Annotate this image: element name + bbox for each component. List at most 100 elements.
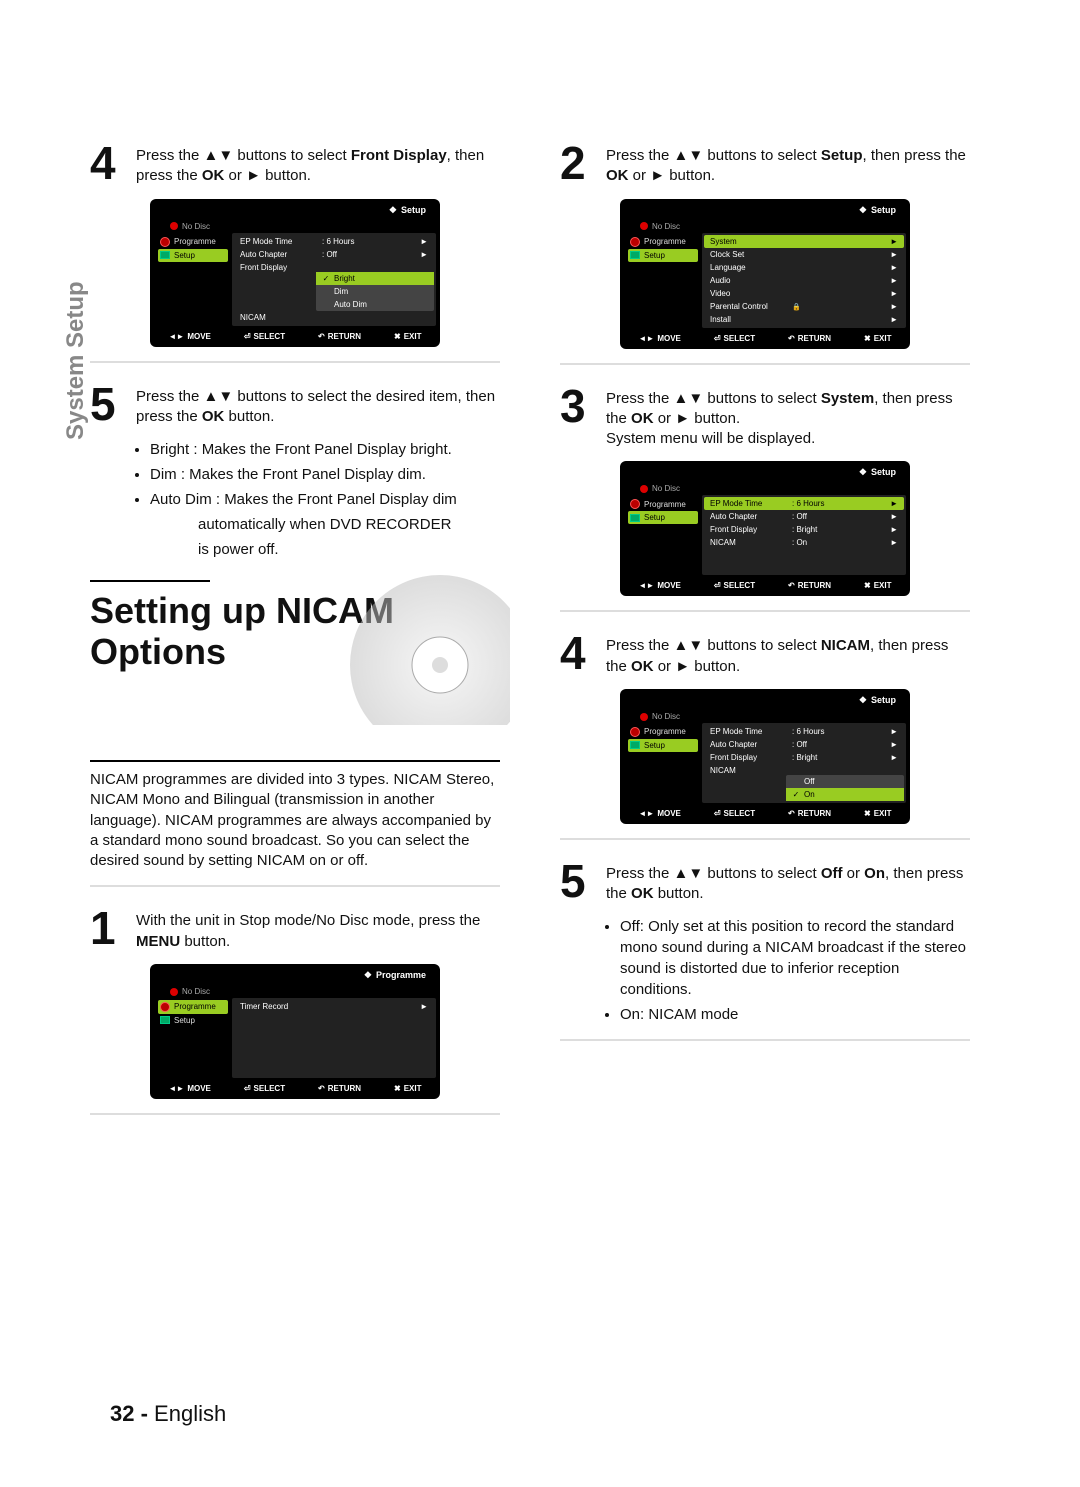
left-column: 4 Press the ▲▼ buttons to select Front D…	[90, 140, 500, 1133]
right-icon: ►	[675, 410, 690, 427]
label: Setup	[644, 741, 665, 750]
text: Press the	[606, 637, 674, 654]
arrow-icon: ►	[890, 727, 898, 736]
right-icon: ►	[246, 167, 261, 184]
step-text: Press the ▲▼ buttons to select System, t…	[606, 383, 970, 450]
step-4-left: 4 Press the ▲▼ buttons to select Front D…	[90, 140, 500, 187]
footer-exit: ✖EXIT	[394, 1084, 421, 1093]
menu-item: Front Display: Bright►	[704, 751, 904, 764]
bold: OK	[631, 658, 654, 675]
osd-no-disc: No Disc	[620, 482, 910, 495]
sidebar-item: Programme	[628, 497, 698, 511]
move-icon: ◄►	[638, 809, 654, 818]
label: RETURN	[798, 809, 831, 818]
bullet: Auto Dim : Makes the Front Panel Display…	[150, 489, 500, 510]
bold: OK	[631, 885, 654, 902]
arrow-icon: ►	[890, 276, 898, 285]
label: MOVE	[187, 332, 211, 341]
step-text: Press the ▲▼ buttons to select NICAM, th…	[606, 630, 970, 677]
title: Programme	[376, 970, 426, 980]
text: With the unit in Stop mode/No Disc mode,…	[136, 912, 480, 929]
footer-select: ⏎SELECT	[714, 581, 755, 590]
exit-icon: ✖	[864, 334, 871, 343]
osd-main: System► Clock Set► Language► Audio► Vide…	[702, 233, 906, 328]
step-text: Press the ▲▼ buttons to select Setup, th…	[606, 140, 970, 187]
label: Programme	[174, 1002, 216, 1011]
text: or	[654, 658, 676, 675]
divider	[90, 885, 500, 887]
text: : Makes the Front Panel Display bright.	[189, 441, 452, 458]
label: SELECT	[724, 809, 756, 818]
footer-exit: ✖EXIT	[864, 334, 891, 343]
value: : 6 Hours	[322, 237, 420, 246]
step-text: Press the ▲▼ buttons to select Off or On…	[606, 858, 970, 905]
arrow-icon: ►	[890, 302, 898, 311]
footer-move: ◄►MOVE	[638, 334, 680, 343]
check-icon: ✓	[322, 274, 330, 283]
sidebar-item: Setup	[628, 511, 698, 524]
label: Auto Chapter	[710, 512, 792, 521]
arrow-icon: ►	[420, 250, 428, 259]
footer-select: ⏎SELECT	[714, 809, 755, 818]
text: or	[842, 865, 864, 882]
sidebar-item: Programme	[628, 235, 698, 249]
text: or	[224, 167, 246, 184]
diamond-icon: ❖	[859, 467, 867, 477]
divider	[560, 838, 970, 840]
bold: OK	[202, 408, 225, 425]
text: buttons to select	[233, 147, 351, 164]
osd-main: EP Mode Time: 6 Hours► Auto Chapter: Off…	[232, 233, 436, 326]
menu-item: Timer Record►	[234, 1000, 434, 1013]
label: NICAM	[240, 313, 322, 322]
label: Front Display	[240, 263, 322, 272]
osd-programme: ❖Programme No Disc Programme Setup Timer…	[150, 964, 440, 1099]
osd-nicam: ❖Setup No Disc Programme Setup EP Mode T…	[620, 689, 910, 824]
label: Dim	[334, 287, 348, 296]
text: button.	[180, 933, 230, 950]
bold: Auto Dim	[150, 491, 212, 508]
label: Programme	[644, 237, 686, 246]
select-icon: ⏎	[714, 334, 721, 343]
text: button.	[261, 167, 311, 184]
label: NICAM	[710, 538, 792, 547]
label: EP Mode Time	[710, 499, 792, 508]
label: Clock Set	[710, 250, 792, 259]
bullet-list: Off: Only set at this position to record…	[606, 916, 970, 1025]
move-icon: ◄►	[168, 332, 184, 341]
menu-item: Parental Control ►	[704, 300, 904, 313]
bold: Off	[821, 865, 843, 882]
bullet: On: NICAM mode	[620, 1004, 970, 1025]
title: Setup	[871, 467, 896, 477]
arrow-icon: ►	[890, 499, 898, 508]
label: EXIT	[404, 332, 422, 341]
label: Install	[710, 315, 792, 324]
move-icon: ◄►	[168, 1084, 184, 1093]
step-5-left: 5 Press the ▲▼ buttons to select the des…	[90, 381, 500, 428]
osd-sidebar: Programme Setup	[154, 233, 232, 326]
osd-sidebar: Programme Setup	[154, 998, 232, 1078]
osd-main: EP Mode Time: 6 Hours► Auto Chapter: Off…	[702, 495, 906, 575]
menu-item: Auto Chapter: Off►	[704, 738, 904, 751]
arrow-icon: ►	[890, 237, 898, 246]
label: Parental Control	[710, 302, 792, 311]
value: : 6 Hours	[792, 499, 890, 508]
menu-item: Auto Chapter: Off►	[234, 248, 434, 261]
label: Front Display	[710, 753, 792, 762]
text: Press the	[136, 147, 204, 164]
bold: MENU	[136, 933, 180, 950]
footer-move: ◄►MOVE	[638, 809, 680, 818]
footer-return: ↶RETURN	[788, 809, 831, 818]
menu-item: Video►	[704, 287, 904, 300]
updown-icon: ▲▼	[674, 865, 704, 882]
label: Auto Dim	[334, 300, 367, 309]
sidebar-item: Programme	[628, 725, 698, 739]
osd-system: ❖ Setup No Disc Programme Setup EP Mode T…	[620, 461, 910, 596]
bold: Setup	[821, 147, 863, 164]
text: Press the	[606, 390, 674, 407]
footer-select: ⏎SELECT	[244, 332, 285, 341]
step-number: 5	[90, 381, 124, 428]
page-footer: 32 - English	[110, 1401, 226, 1427]
menu-item: Front Display: Bright►	[704, 523, 904, 536]
bold: On	[620, 1006, 640, 1023]
text: button.	[224, 408, 274, 425]
